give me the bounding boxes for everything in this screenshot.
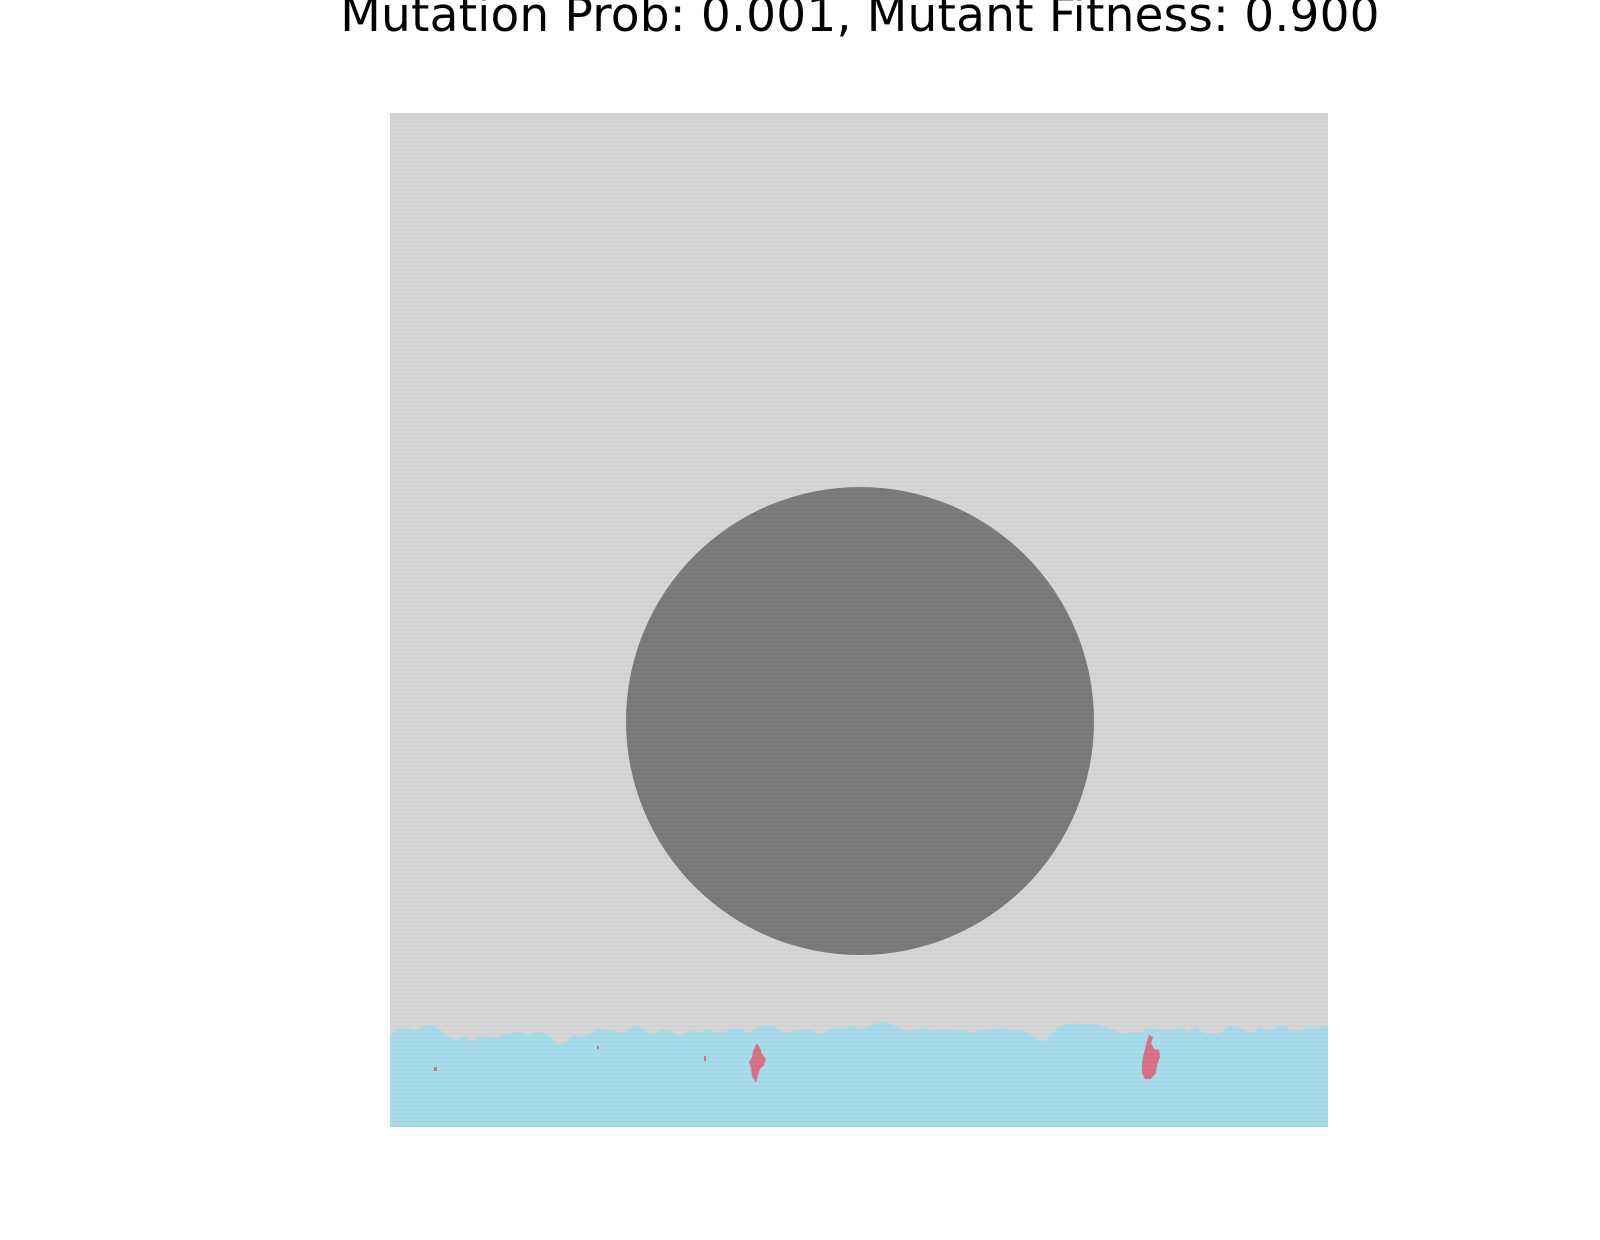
figure-title: Mutation Prob: 0.001, Mutant Fitness: 0.… [340, 0, 1380, 43]
figure-canvas: Mutation Prob: 0.001, Mutant Fitness: 0.… [0, 0, 1600, 1240]
simulation-lattice [390, 113, 1328, 1127]
lattice-texture [390, 113, 1328, 1127]
